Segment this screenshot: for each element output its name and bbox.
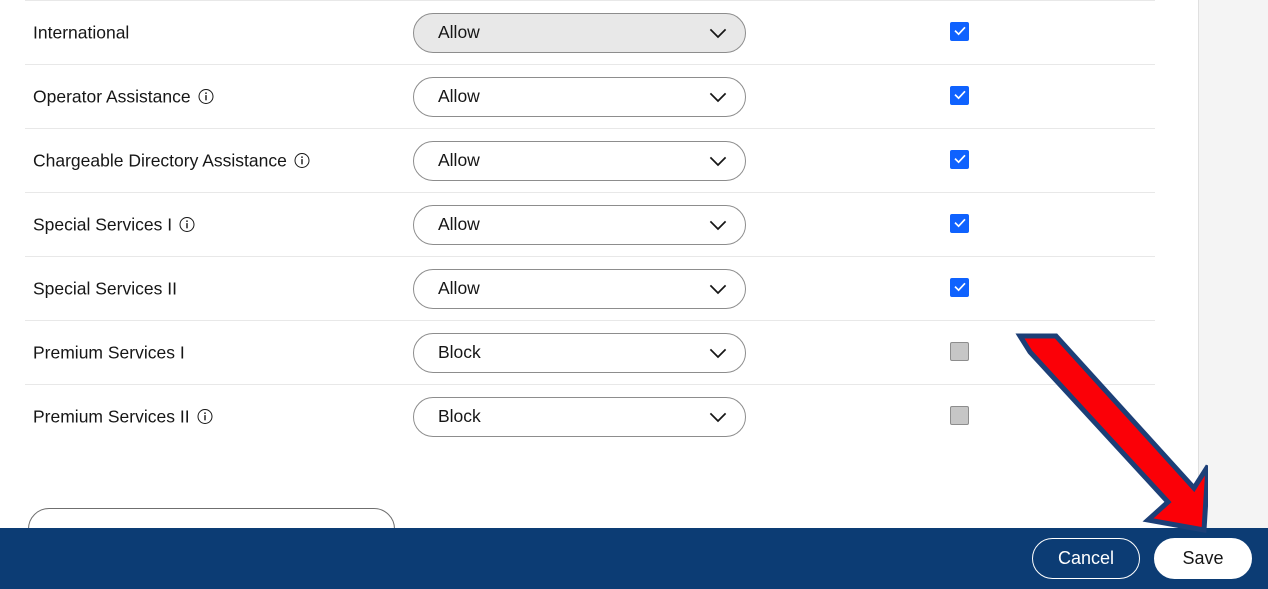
row-label: Special Services II [33,278,177,299]
enabled-checkbox-cell[interactable] [950,149,972,172]
permission-dropdown[interactable]: Allow [413,204,746,245]
permission-dropdown[interactable]: Allow [413,140,746,181]
permission-dropdown[interactable]: Allow [413,268,746,309]
table-row: Operator Assistance Allow [25,64,1155,128]
permission-dropdown[interactable]: Allow [413,76,746,117]
table-row: Chargeable Directory Assistance Allow [25,128,1155,192]
save-button[interactable]: Save [1154,538,1252,579]
chevron-down-icon [707,86,729,108]
info-circle-icon[interactable] [197,409,213,425]
row-label-text: Operator Assistance [33,86,191,106]
chevron-down-icon [707,214,729,236]
checkbox-checked-icon[interactable] [950,213,969,233]
row-label: Chargeable Directory Assistance [33,150,310,171]
checkbox-checked-icon[interactable] [950,21,969,41]
checkbox-unchecked-icon[interactable] [950,341,969,361]
row-label-text: International [33,22,130,42]
enabled-checkbox-cell[interactable] [950,85,972,108]
row-label: Premium Services II [33,406,213,427]
row-label-text: Chargeable Directory Assistance [33,150,287,170]
permission-dropdown[interactable]: Block [413,396,746,437]
checkbox-checked-icon[interactable] [950,149,969,169]
chevron-down-icon [707,406,729,428]
checkbox-checked-icon[interactable] [950,277,969,297]
table-row: Special Services I Allow [25,192,1155,256]
permission-dropdown-value: Block [438,406,481,426]
checkbox-unchecked-icon[interactable] [950,405,969,425]
call-permissions-table: International Allow Operator Assistance All… [0,0,1180,448]
row-label-text: Premium Services II [33,406,190,426]
table-row: Premium Services II Block [25,384,1155,448]
enabled-checkbox-cell[interactable] [950,213,972,236]
right-side-panel [1198,0,1268,589]
permission-dropdown[interactable]: Allow [413,12,746,53]
info-circle-icon[interactable] [294,153,310,169]
enabled-checkbox-cell[interactable] [950,21,972,44]
cancel-button[interactable]: Cancel [1032,538,1140,579]
permission-dropdown-value: Allow [438,278,480,298]
row-label: International [33,22,129,43]
chevron-down-icon [707,342,729,364]
info-circle-icon[interactable] [198,89,214,105]
row-label: Premium Services I [33,342,185,363]
table-row: International Allow [25,0,1155,64]
permission-dropdown-value: Allow [438,150,480,170]
chevron-down-icon [707,22,729,44]
info-circle-icon[interactable] [179,217,195,233]
row-label: Special Services I [33,214,195,235]
permission-dropdown-value: Allow [438,22,480,42]
row-label-text: Special Services I [33,214,173,234]
table-row: Premium Services I Block [25,320,1155,384]
permission-dropdown-value: Block [438,342,481,362]
row-label-text: Premium Services I [33,342,185,362]
chevron-down-icon [707,150,729,172]
chevron-down-icon [707,278,729,300]
permission-dropdown[interactable]: Block [413,332,746,373]
enabled-checkbox-cell[interactable] [950,277,972,300]
permission-dropdown-value: Allow [438,86,480,106]
row-label-text: Special Services II [33,278,177,298]
row-label: Operator Assistance [33,86,214,107]
table-row: Special Services II Allow [25,256,1155,320]
checkbox-checked-icon[interactable] [950,85,969,105]
permission-dropdown-value: Allow [438,214,480,234]
enabled-checkbox-cell[interactable] [950,405,972,428]
enabled-checkbox-cell[interactable] [950,341,972,364]
action-bar: Cancel Save [0,528,1268,589]
